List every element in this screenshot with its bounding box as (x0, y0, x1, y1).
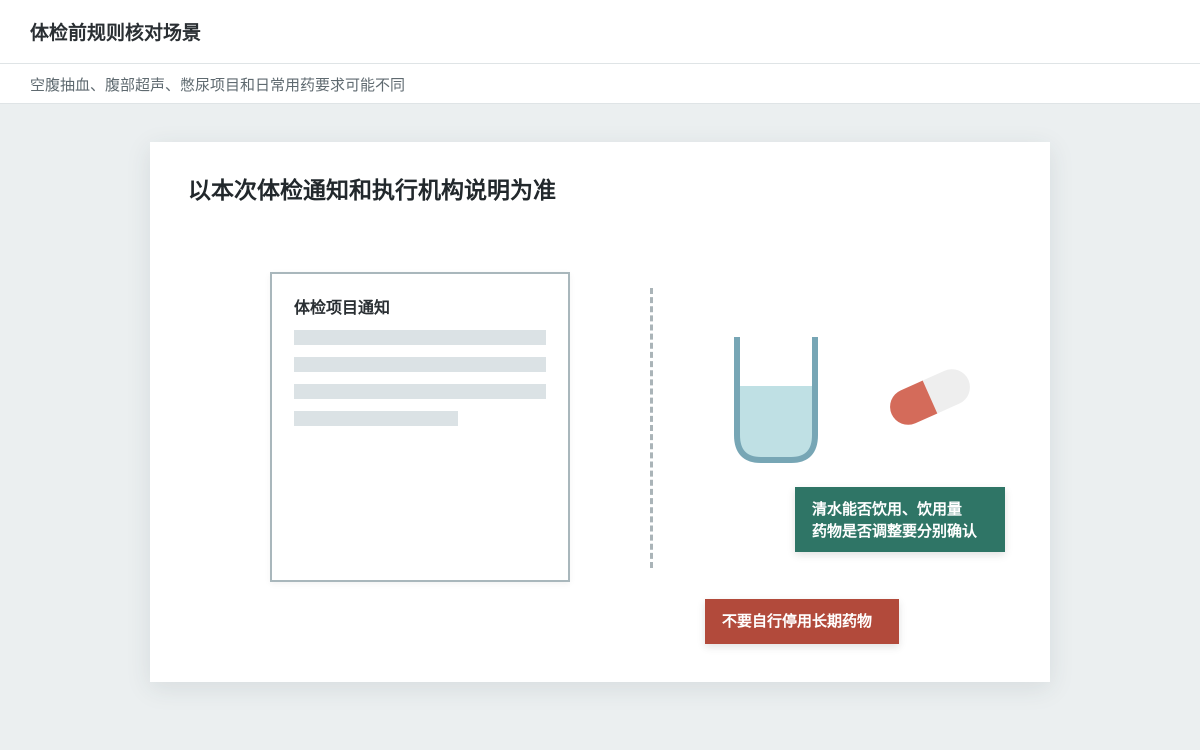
page-subheader: 空腹抽血、腹部超声、憋尿项目和日常用药要求可能不同 (0, 64, 1200, 104)
medication-warning-tag: 不要自行停用长期药物 (705, 599, 899, 644)
pill-capsule-icon (890, 369, 970, 425)
water-tag-line-2: 药物是否调整要分别确认 (812, 522, 978, 540)
notice-text-line (294, 357, 546, 372)
page-subtitle: 空腹抽血、腹部超声、憋尿项目和日常用药要求可能不同 (30, 76, 406, 94)
notice-text-line (294, 330, 546, 345)
notice-text-line (294, 411, 458, 426)
page-header: 体检前规则核对场景 (0, 0, 1200, 64)
card-title: 以本次体检通知和执行机构说明为准 (188, 178, 556, 204)
water-cup-icon (734, 337, 818, 463)
notice-title: 体检项目通知 (294, 298, 391, 317)
water-tag-line-1: 清水能否饮用、饮用量 (812, 500, 963, 518)
notice-document: 体检项目通知 (270, 272, 570, 582)
rule-card: 以本次体检通知和执行机构说明为准 体检项目通知 清水能否饮用、饮用量 药物是否调… (150, 142, 1050, 682)
water-fill (737, 386, 815, 460)
notice-text-line (294, 384, 546, 399)
page-title: 体检前规则核对场景 (30, 22, 202, 44)
section-divider (650, 288, 653, 568)
water-medication-tag: 清水能否饮用、饮用量 药物是否调整要分别确认 (795, 487, 1005, 552)
